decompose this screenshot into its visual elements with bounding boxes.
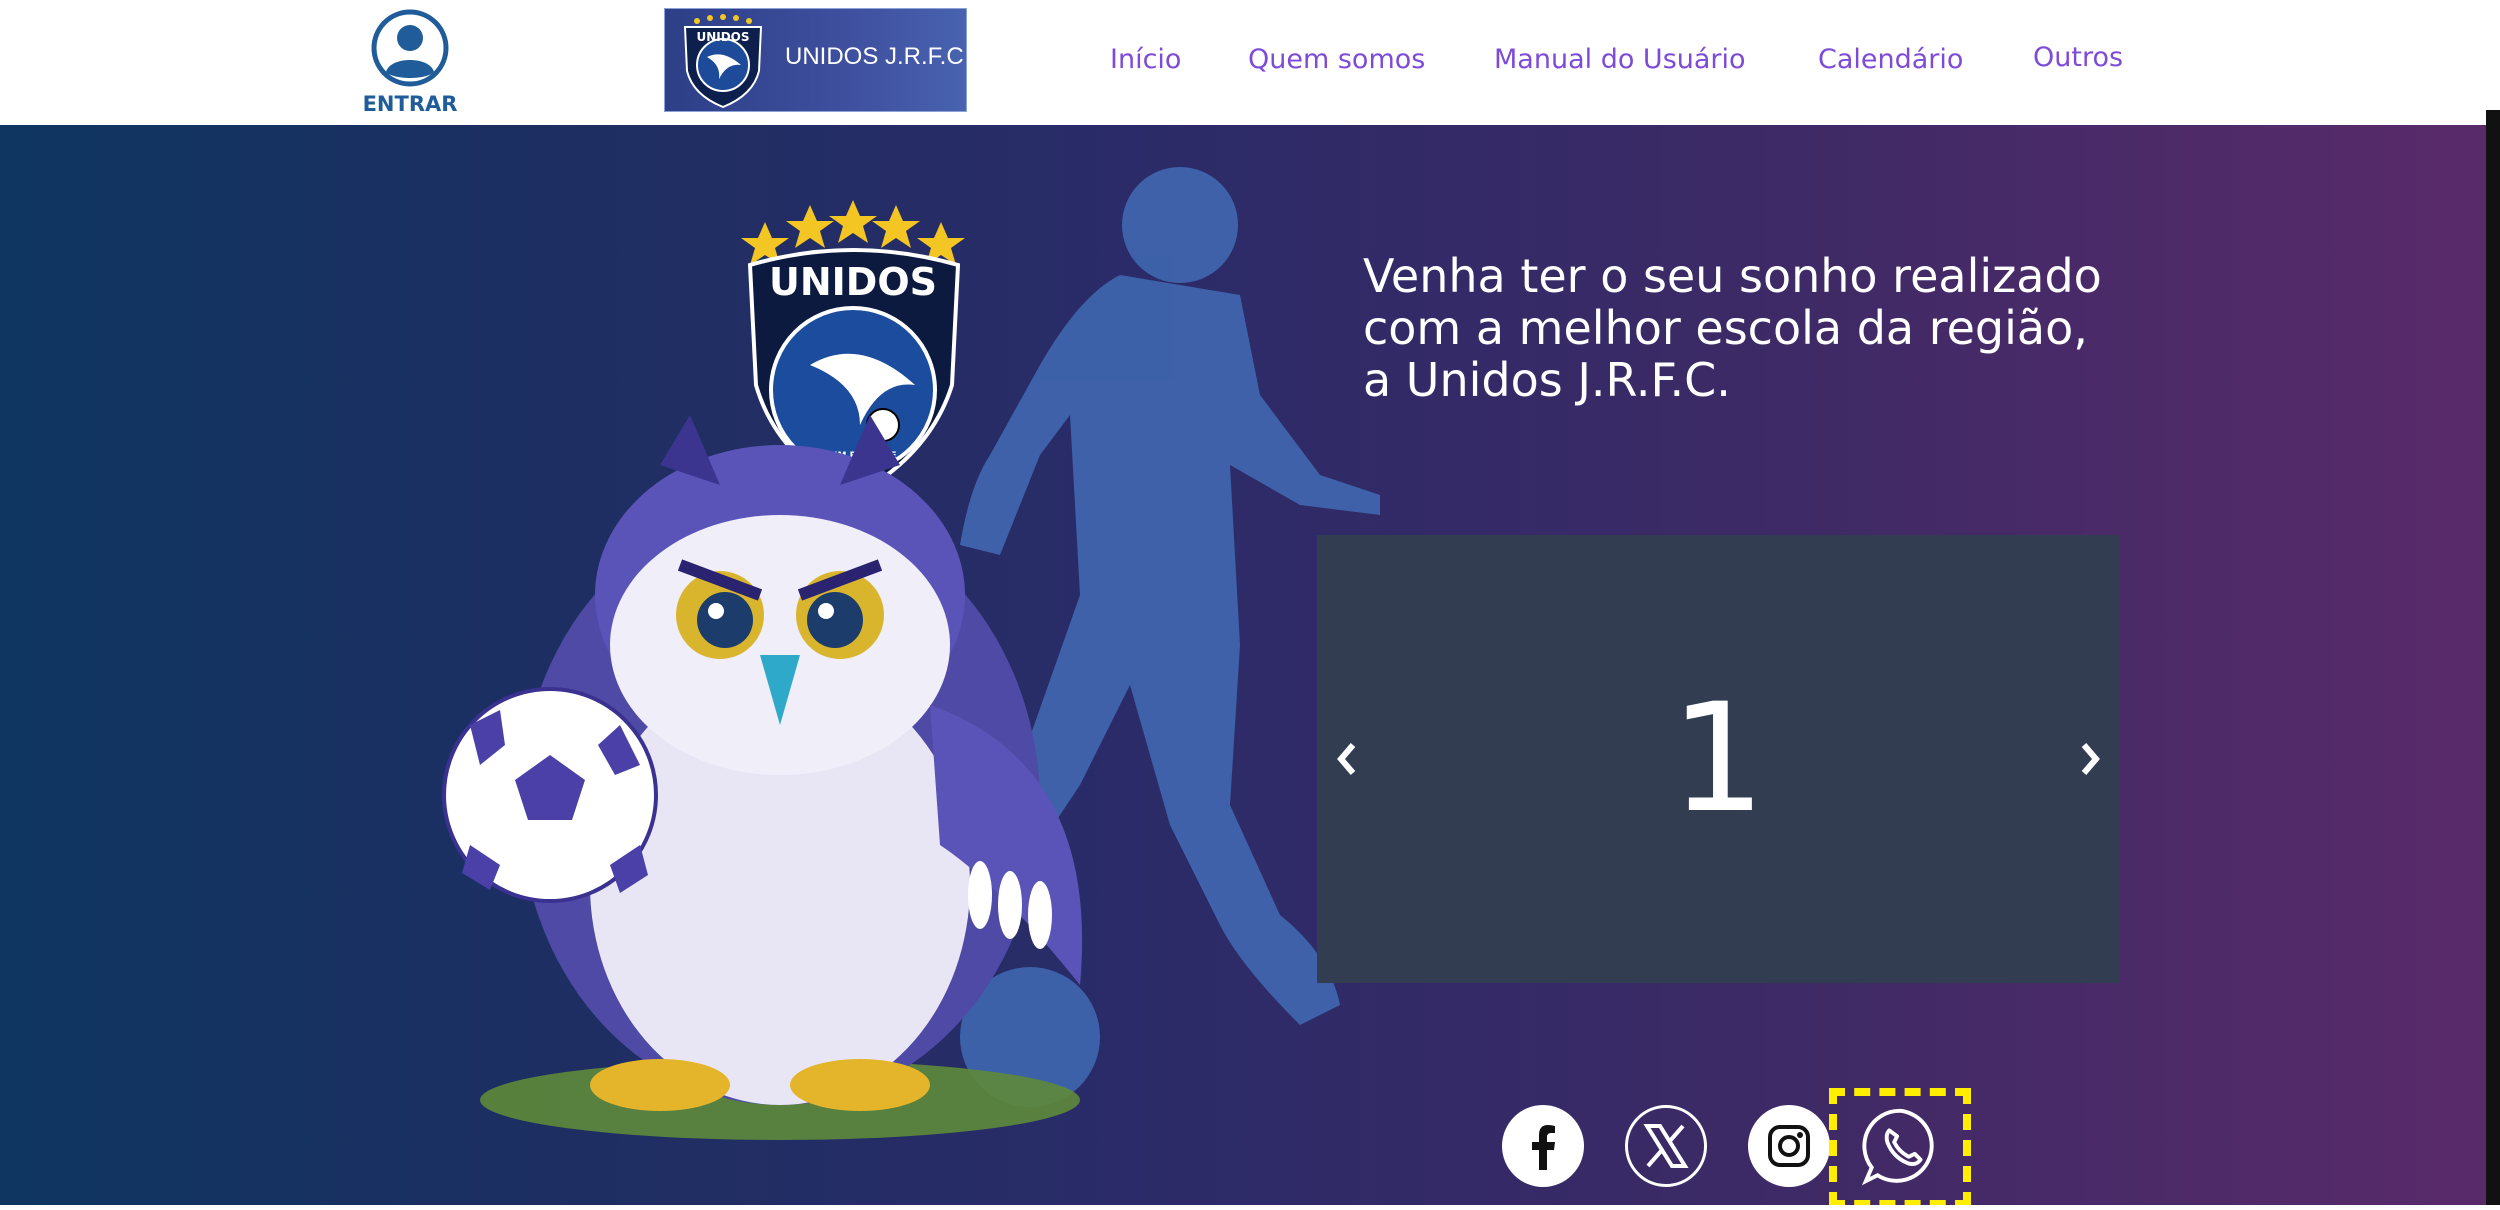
svg-text:UNIDOS: UNIDOS: [769, 260, 937, 304]
page-scrollbar[interactable]: [2486, 110, 2500, 1210]
instagram-link[interactable]: [1748, 1105, 1830, 1187]
hero-illustration: UNIDOS JARDIM REZENDE 1995: [442, 167, 1380, 1140]
nav-link-outros[interactable]: Outros: [2033, 42, 2123, 73]
image-carousel: 1: [1317, 535, 2119, 983]
svg-text:UNIDOS: UNIDOS: [696, 30, 749, 44]
nav-link-inicio[interactable]: Início: [1110, 44, 1181, 75]
brand-name: UNIDOS J.R.F.C: [785, 43, 964, 70]
nav-link-manual[interactable]: Manual do Usuário: [1494, 44, 1746, 75]
carousel-next-button[interactable]: [2070, 735, 2110, 783]
hero-tagline: Venha ter o seu sonho realizado com a me…: [1363, 249, 2102, 407]
page-bottom-strip: [0, 1205, 2500, 1210]
facebook-icon: [1532, 1125, 1555, 1170]
carousel-prev-button[interactable]: [1327, 735, 1367, 783]
chevron-left-icon: [1337, 743, 1356, 775]
chevron-right-icon: [2081, 743, 2100, 775]
club-crest-small-icon: UNIDOS: [683, 14, 763, 109]
user-icon: [371, 9, 449, 87]
brand-logo-link[interactable]: UNIDOS UNIDOS J.R.F.C: [664, 8, 967, 112]
facebook-link[interactable]: [1502, 1105, 1584, 1187]
whatsapp-focus-highlight: [1829, 1088, 1971, 1205]
nav-link-quem-somos[interactable]: Quem somos: [1248, 44, 1425, 75]
nav-link-calendario[interactable]: Calendário: [1818, 44, 1963, 75]
hero-section: UNIDOS JARDIM REZENDE 1995: [0, 125, 2500, 1205]
top-navbar: ENTRAR UNIDOS UNIDOS J.R.F.C Início Quem…: [0, 0, 2500, 125]
x-icon: [1643, 1124, 1689, 1168]
carousel-slide-number: 1: [1670, 672, 1766, 846]
login-button[interactable]: ENTRAR: [362, 8, 458, 116]
instagram-icon: [1768, 1125, 1810, 1167]
player-silhouette: [953, 167, 1380, 1107]
login-label: ENTRAR: [362, 92, 458, 116]
x-link[interactable]: [1625, 1105, 1707, 1187]
